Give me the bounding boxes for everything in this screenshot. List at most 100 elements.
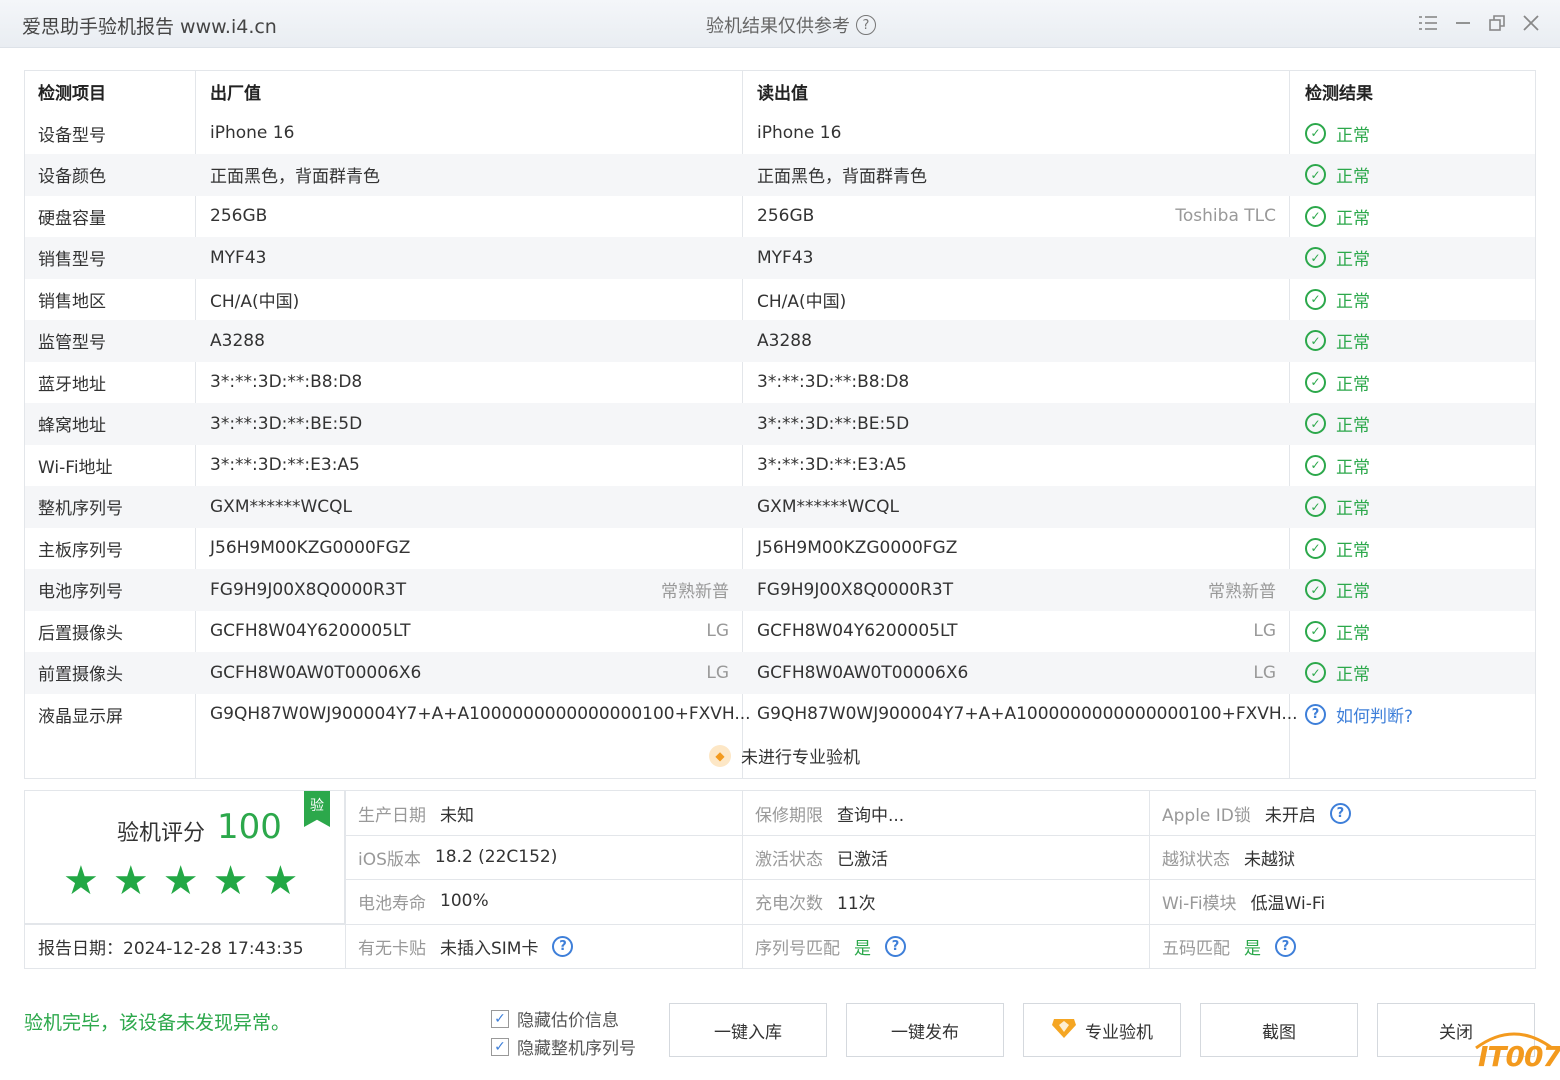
item-name: 设备型号 xyxy=(38,125,106,146)
pro-check-button[interactable]: 专业验机 xyxy=(1023,1003,1181,1057)
read-value: 正面黑色，背面群青色 xyxy=(757,167,927,188)
read-value: CH/A(中国) xyxy=(757,291,847,312)
header-result: 检测结果 xyxy=(1305,84,1373,105)
stock-in-button[interactable]: 一键入库 xyxy=(669,1003,827,1057)
info-item: Wi-Fi模块 低温Wi-Fi xyxy=(1162,879,1325,923)
result-text: 正常 xyxy=(1336,208,1370,229)
question-circle-icon[interactable]: ? xyxy=(552,935,574,957)
item-name: 后置摄像头 xyxy=(38,623,123,644)
item-name: 硬盘容量 xyxy=(38,208,106,229)
pro-check-label: 专业验机 xyxy=(1085,1022,1153,1043)
table-row: 蜂窝地址 3*:**:3D:**:BE:5D 3*:**:3D:**:BE:5D ✓ 正… xyxy=(25,403,1535,445)
result-cell: ✓ 正常 xyxy=(1305,196,1370,238)
result-text: 正常 xyxy=(1336,582,1370,603)
info-value: 未越狱 xyxy=(1244,849,1295,870)
table-row: 销售型号 MYF43 MYF43 ✓ 正常 xyxy=(25,237,1535,279)
help-icon[interactable]: ? xyxy=(856,15,876,35)
star-icon: ★ xyxy=(262,858,299,904)
close-icon[interactable] xyxy=(1518,10,1544,36)
menu-icon[interactable] xyxy=(1415,10,1441,36)
screenshot-button[interactable]: 截图 xyxy=(1200,1003,1358,1057)
info-key: 五码匹配 xyxy=(1162,938,1230,959)
item-name: 蓝牙地址 xyxy=(38,374,106,395)
result-text: 正常 xyxy=(1336,167,1370,188)
read-value: GXM******WCQL xyxy=(757,496,900,517)
factory-value: GCFH8W0AW0T00006X6 xyxy=(210,662,422,683)
checkbox-checked-icon[interactable]: ✓ xyxy=(491,1009,509,1028)
header-factory: 出厂值 xyxy=(210,84,261,105)
hide-price-checkbox[interactable]: ✓ 隐藏估价信息 xyxy=(491,1006,619,1031)
read-value: 3*:**:3D:**:E3:A5 xyxy=(757,455,907,476)
check-circle-icon: ✓ xyxy=(1305,205,1326,227)
hide-price-label: 隐藏估价信息 xyxy=(517,1011,619,1031)
read-value: J56H9M00KZG0000FGZ xyxy=(757,538,958,559)
check-circle-icon: ✓ xyxy=(1305,122,1326,144)
item-name: 销售型号 xyxy=(38,250,106,271)
info-value: 未插入SIM卡 xyxy=(440,938,539,959)
check-circle-icon: ✓ xyxy=(1305,496,1326,518)
check-circle-icon: ✓ xyxy=(1305,330,1326,352)
factory-value: 正面黑色，背面群青色 xyxy=(210,167,380,188)
check-circle-icon: ✓ xyxy=(1305,164,1326,186)
info-item: 电池寿命 100% xyxy=(358,879,489,923)
table-row: 销售地区 CH/A(中国) CH/A(中国) ✓ 正常 xyxy=(25,279,1535,321)
info-key: 电池寿命 xyxy=(358,893,426,914)
info-value: 未开启 xyxy=(1264,805,1316,826)
info-value: 查询中... xyxy=(837,805,905,826)
result-text: 正常 xyxy=(1336,374,1370,395)
restore-icon[interactable] xyxy=(1484,10,1510,36)
summary-divider xyxy=(345,879,1535,880)
read-vendor: Toshiba TLC xyxy=(1175,206,1276,227)
close-label: 关闭 xyxy=(1439,1022,1473,1043)
question-circle-icon[interactable]: ? xyxy=(1275,935,1296,957)
header-read: 读出值 xyxy=(757,84,808,105)
info-item: 充电次数 11次 xyxy=(755,879,876,923)
read-value: A3288 xyxy=(757,330,812,351)
factory-value: FG9H9J00X8Q0000R3T xyxy=(210,579,407,600)
stock-in-label: 一键入库 xyxy=(714,1022,782,1043)
disclaimer: 验机结果仅供参考 ? xyxy=(706,12,876,38)
factory-value: A3288 xyxy=(210,330,265,351)
result-text: 正常 xyxy=(1336,125,1370,146)
info-value: 是 xyxy=(854,938,871,959)
score-value: 100 xyxy=(217,807,282,847)
read-vendor: 常熟新普 xyxy=(1208,582,1276,603)
watermark-logo: IT007 xyxy=(1470,1026,1560,1078)
info-key: Apple ID锁 xyxy=(1162,805,1251,826)
minimize-icon[interactable] xyxy=(1450,10,1476,36)
publish-button[interactable]: 一键发布 xyxy=(846,1003,1004,1057)
result-cell: ✓ 正常 xyxy=(1305,528,1370,570)
table-header: 检测项目 出厂值 读出值 检测结果 xyxy=(25,71,1535,113)
factory-value: 3*:**:3D:**:E3:A5 xyxy=(210,455,360,476)
hide-serial-checkbox[interactable]: ✓ 隐藏整机序列号 xyxy=(491,1034,636,1059)
score-label: 验机评分 xyxy=(117,821,206,846)
result-cell: ✓ 正常 xyxy=(1305,279,1370,321)
info-item: 激活状态 已激活 xyxy=(755,835,888,879)
info-value: 未知 xyxy=(440,805,474,826)
info-item: 保修期限 查询中... xyxy=(755,791,904,835)
info-item: iOS版本 18.2 (22C152) xyxy=(358,835,557,879)
checkbox-checked-icon[interactable]: ✓ xyxy=(491,1037,509,1056)
table-row: 蓝牙地址 3*:**:3D:**:B8:D8 3*:**:3D:**:B8:D8 ✓ 正… xyxy=(25,362,1535,404)
read-vendor: LG xyxy=(1253,621,1276,642)
info-value: 低温Wi-Fi xyxy=(1250,893,1326,914)
read-value: 3*:**:3D:**:BE:5D xyxy=(757,413,910,434)
result-text: 正常 xyxy=(1336,623,1370,644)
question-circle-icon[interactable]: ? xyxy=(1329,802,1351,824)
how-to-judge-link[interactable]: ? 如何判断? xyxy=(1305,694,1413,736)
question-circle-icon[interactable]: ? xyxy=(1305,703,1326,725)
read-value: 3*:**:3D:**:B8:D8 xyxy=(757,372,910,393)
info-item: 生产日期 未知 xyxy=(358,791,474,835)
info-key: 充电次数 xyxy=(755,893,823,914)
info-key: 生产日期 xyxy=(358,805,426,826)
result-cell: ✓ 正常 xyxy=(1305,320,1370,362)
star-icon: ★ xyxy=(162,858,199,904)
detection-table: 检测项目 出厂值 读出值 检测结果 设备型号 iPhone 16 iPhone 16… xyxy=(24,70,1536,779)
read-value: iPhone 16 xyxy=(757,123,842,144)
result-text: 正常 xyxy=(1336,416,1370,437)
result-text[interactable]: 如何判断? xyxy=(1336,702,1413,727)
question-circle-icon[interactable]: ? xyxy=(885,935,906,957)
info-key: 序列号匹配 xyxy=(755,938,840,959)
info-item: 有无卡贴 未插入SIM卡? xyxy=(358,924,574,968)
check-circle-icon: ✓ xyxy=(1305,371,1326,393)
